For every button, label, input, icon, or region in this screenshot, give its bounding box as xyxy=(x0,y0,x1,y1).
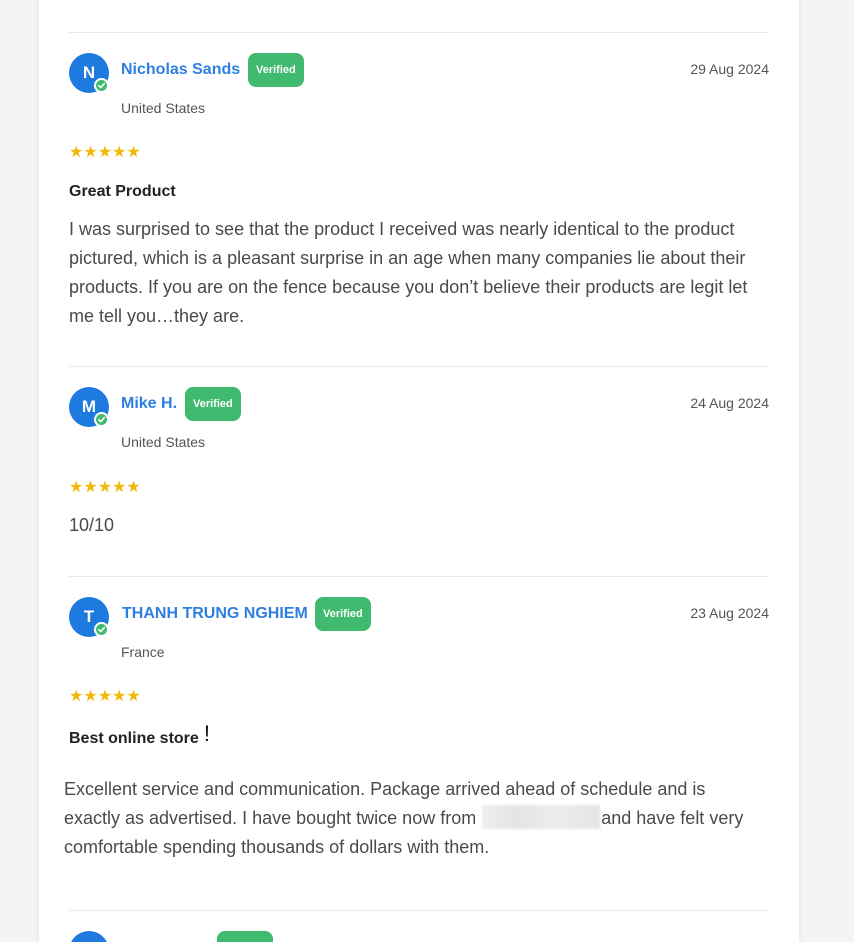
reviewer-name[interactable]: Nicholas Sands xyxy=(121,61,240,79)
review-title: Great Product xyxy=(69,183,176,200)
star-rating: ★★★★★ xyxy=(69,144,141,161)
review-divider xyxy=(69,366,769,367)
reviewer-country: France xyxy=(121,644,165,660)
blurred-store-name xyxy=(482,805,601,829)
verified-badge: Verified xyxy=(315,597,371,631)
review-title-mark: ! xyxy=(203,721,210,746)
avatar-initial: N xyxy=(82,63,96,82)
review-date: 24 Aug 2024 xyxy=(690,395,769,411)
avatar xyxy=(69,931,109,942)
verified-check-icon xyxy=(94,622,109,637)
star-rating: ★★★★★ xyxy=(69,479,141,496)
review-date: 29 Aug 2024 xyxy=(690,61,769,77)
reviews-card: N Nicholas Sands Verified 29 Aug 2024 Un… xyxy=(39,0,799,942)
verified-badge xyxy=(217,931,273,942)
reviewer-country: United States xyxy=(121,434,206,450)
verified-badge: Verified xyxy=(185,387,241,421)
verified-badge: Verified xyxy=(248,53,304,87)
review-body: I was surprised to see that the product … xyxy=(69,219,748,326)
review-divider xyxy=(69,910,769,911)
reviewer-name[interactable]: Mike H. xyxy=(121,395,177,413)
star-rating: ★★★★★ xyxy=(69,688,141,705)
avatar-initial: T xyxy=(83,607,95,626)
review-date: 23 Aug 2024 xyxy=(690,605,769,621)
review-title-text: Best online store xyxy=(69,730,199,747)
reviewer-country: United States xyxy=(121,100,206,116)
review-title: Best online store! xyxy=(69,721,210,749)
avatar-initial: M xyxy=(81,397,97,416)
review-body: Excellent service and communication. Pac… xyxy=(64,775,754,862)
review-body: 10/10 xyxy=(69,515,115,535)
reviewer-name[interactable]: THANH TRUNG NGHIEM xyxy=(122,605,308,623)
verified-check-icon xyxy=(94,412,109,427)
review-divider xyxy=(69,576,769,577)
verified-check-icon xyxy=(94,78,109,93)
review-divider xyxy=(69,32,769,33)
